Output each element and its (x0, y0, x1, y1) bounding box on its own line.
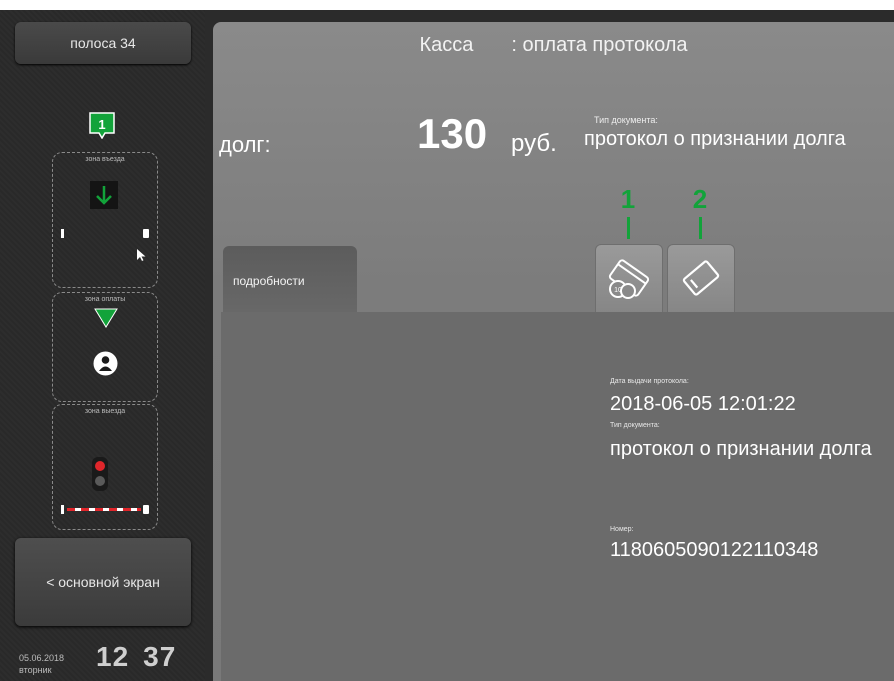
document-type-label: Тип документа: (594, 115, 658, 125)
clock-hours: 12 (96, 641, 130, 672)
payment-panel: Касса : оплата протокола долг: 130 руб. Т… (213, 22, 894, 681)
details-panel: Дата выдачи протокола: 2018-06-05 12:01:… (221, 312, 894, 681)
marker-1: 1 (618, 184, 638, 239)
lane-button[interactable]: полоса 34 (15, 22, 191, 64)
clock-minutes: 37 (143, 641, 177, 672)
clock: 12 37 (96, 641, 176, 673)
debt-label: долг: (219, 132, 271, 157)
card-payment-button[interactable]: 10 (595, 244, 663, 314)
arrow-down-icon (90, 181, 118, 209)
marker-1-label: 1 (620, 184, 636, 214)
payment-zone: зона оплаты (52, 292, 158, 402)
page-title: Касса : оплата протокола (213, 34, 894, 57)
entry-zone-label: зона въезда (85, 156, 125, 163)
tab-details-label: подробности (233, 274, 305, 288)
flag-icon: 1 (89, 112, 115, 139)
exit-zone-label: зона выезда (84, 408, 126, 415)
issue-date-value: 2018-06-05 12:01:22 (610, 393, 796, 415)
details-type-value: протокол о признании долга (610, 438, 872, 460)
details-type-label: Тип документа: (610, 422, 660, 429)
debt-amount: 130 (417, 110, 488, 157)
triangle-down-icon (94, 308, 118, 328)
exit-zone: зона выезда (52, 404, 158, 530)
barrier-post-right (143, 229, 149, 238)
entry-zone: зона въезда (52, 152, 158, 288)
person-icon (93, 351, 118, 376)
top-bar (0, 0, 894, 10)
number-label: Номер: (610, 526, 634, 533)
cursor-icon (137, 249, 146, 261)
document-type-value: протокол о признании долга (584, 128, 846, 150)
svg-text:10: 10 (614, 287, 622, 294)
barrier-arm (67, 508, 141, 511)
date-display: 05.06.2018 вторник (19, 652, 64, 676)
traffic-light-icon (92, 457, 108, 491)
barrier-post-left (61, 229, 64, 238)
marker-2-label: 2 (692, 184, 708, 214)
number-value: 1180605090122110348 (610, 539, 819, 561)
ticket-icon (682, 260, 720, 296)
flag-number: 1 (98, 117, 105, 132)
title-right: : оплата протокола (511, 34, 688, 56)
title-left: Касса (419, 34, 474, 56)
issue-date-label: Дата выдачи протокола: (610, 378, 689, 385)
main-screen-button[interactable]: < основной экран (15, 538, 191, 626)
ticket-payment-button[interactable] (667, 244, 735, 314)
weekday-text: вторник (19, 665, 52, 675)
barrier-post-left (61, 505, 64, 514)
date-text: 05.06.2018 (19, 653, 65, 663)
sidebar: полоса 34 1 зона въезда зона оплаты зона… (0, 10, 205, 681)
debt-currency: руб. (511, 130, 557, 157)
barrier-post-right (143, 505, 149, 514)
marker-2: 2 (690, 184, 710, 239)
tab-details[interactable]: подробности (223, 246, 357, 313)
payment-zone-label: зона оплаты (84, 296, 126, 303)
card-icon: 10 (608, 259, 650, 299)
